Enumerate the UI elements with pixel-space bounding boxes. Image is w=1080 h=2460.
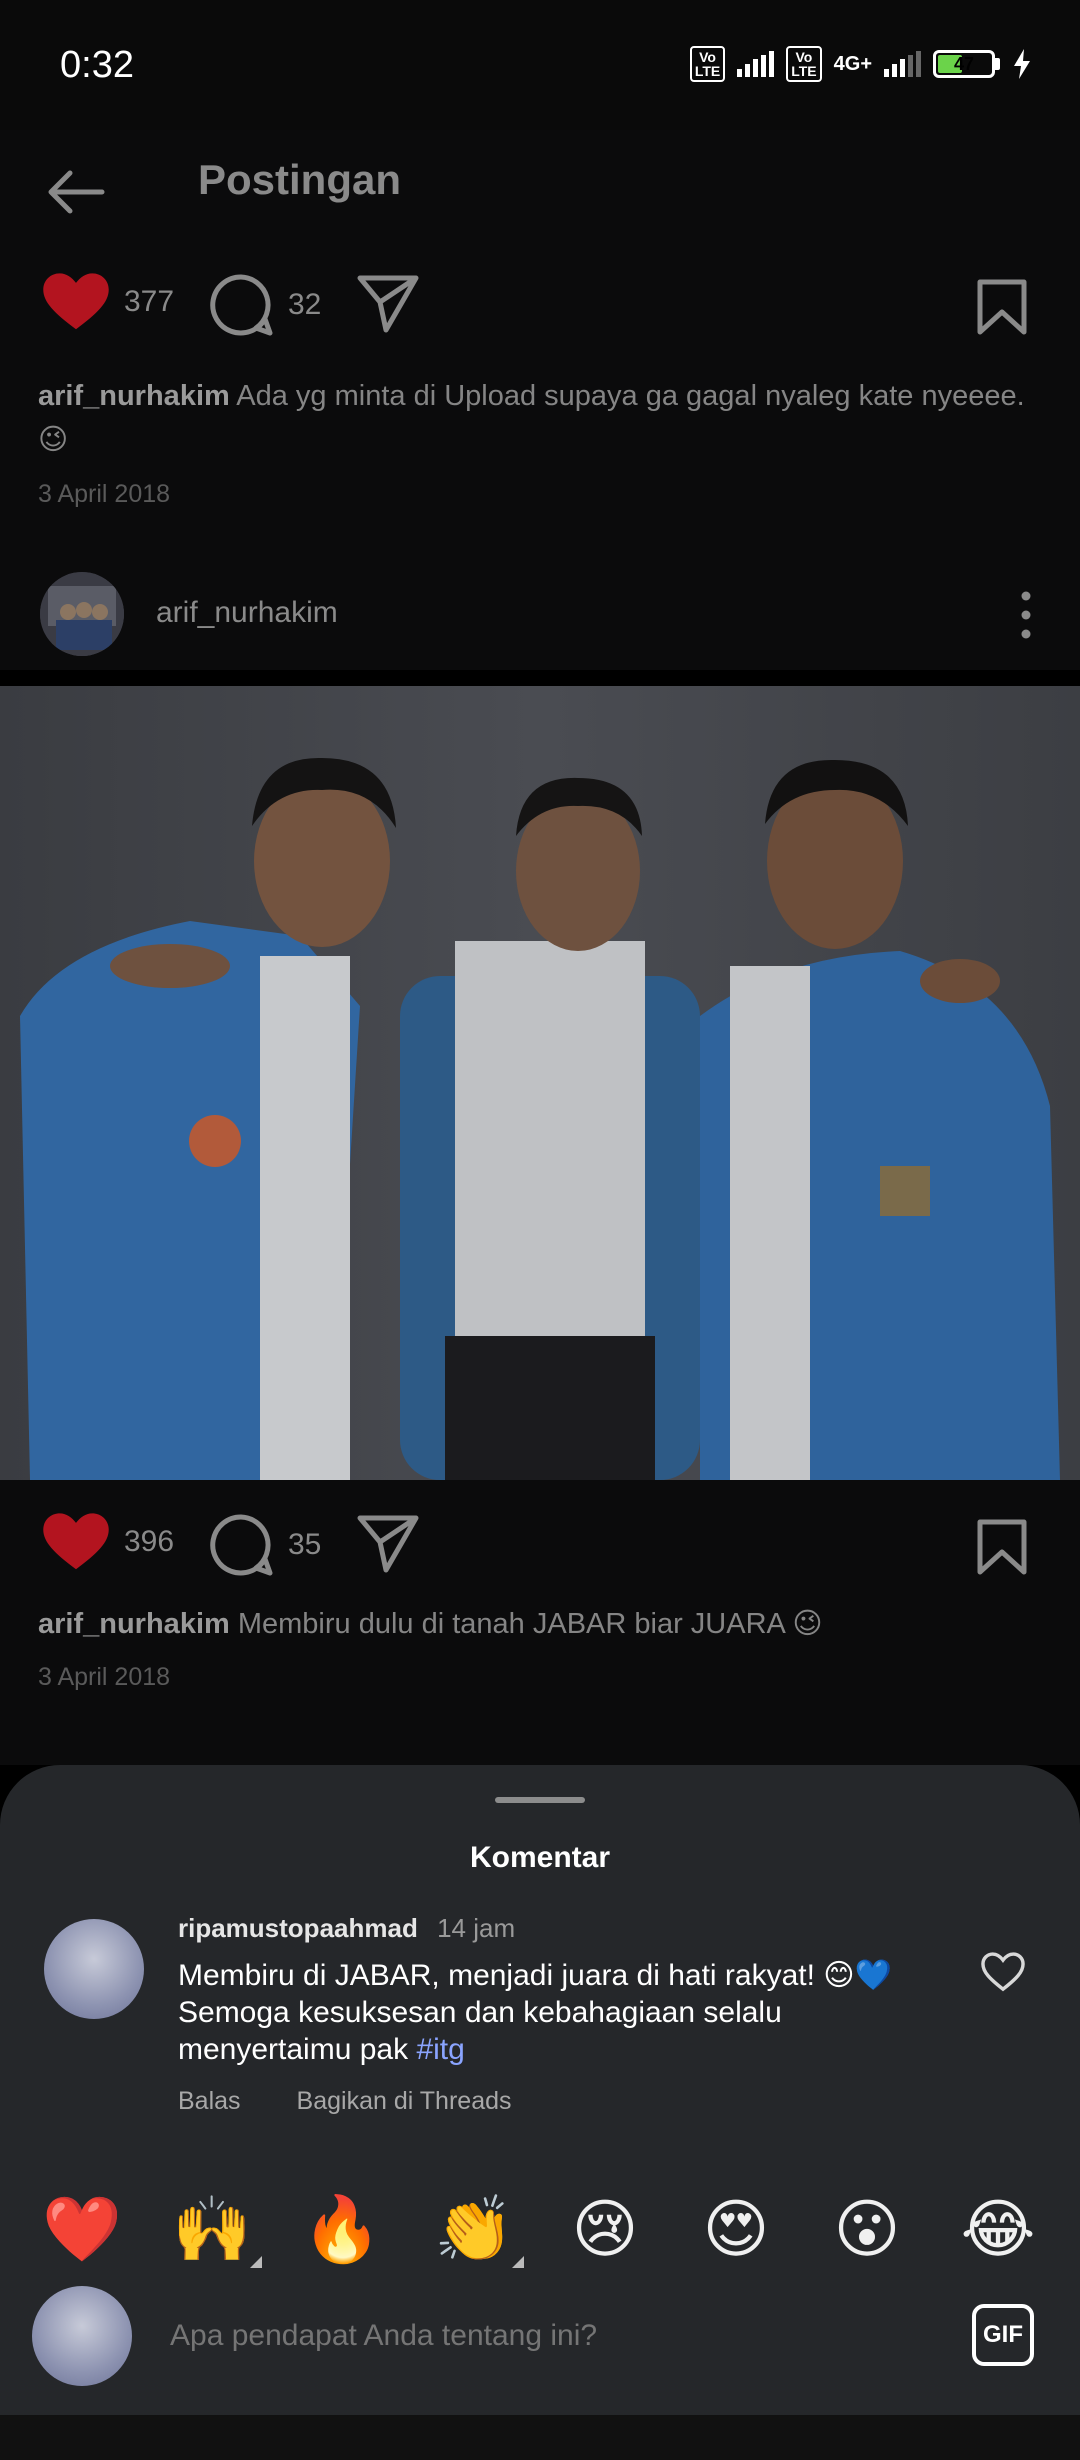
volte-icon-2: Vo LTE bbox=[786, 46, 822, 82]
battery-percent: 47 bbox=[953, 54, 975, 74]
heart-filled-icon bbox=[43, 1513, 109, 1570]
post-2-caption: arif_nurhakim Membiru dulu di tanah JABA… bbox=[38, 1602, 1038, 1646]
comment-time: 14 jam bbox=[437, 1913, 516, 1943]
post-2-comment-count: 35 bbox=[288, 1528, 322, 1561]
post-1-actions: 377 32 bbox=[0, 272, 1080, 362]
top-bar: Postingan bbox=[0, 130, 1080, 240]
emoji-raising-hands[interactable]: 🙌 bbox=[172, 2190, 262, 2270]
charging-icon bbox=[1014, 49, 1030, 79]
post-2-footer: 396 35 arif_nurhakim Membiru dulu di tan… bbox=[0, 1480, 1080, 1765]
emoji-surprised[interactable]: 😮 bbox=[827, 2190, 907, 2270]
post-2-like-count: 396 bbox=[124, 1525, 175, 1558]
comment-hashtag[interactable]: #itg bbox=[416, 2033, 464, 2066]
bookmark-icon[interactable] bbox=[976, 1518, 1028, 1576]
share-threads-button[interactable]: Bagikan di Threads bbox=[297, 2087, 512, 2116]
current-user-avatar bbox=[32, 2286, 132, 2386]
bookmark-icon[interactable] bbox=[976, 278, 1028, 336]
emoji-laughing[interactable]: 😂 bbox=[958, 2190, 1038, 2270]
gif-button[interactable]: GIF bbox=[972, 2304, 1034, 2366]
post-2-like-button[interactable]: 396 bbox=[42, 1512, 174, 1572]
comment-input[interactable] bbox=[170, 2314, 870, 2358]
share-icon[interactable] bbox=[356, 1512, 420, 1574]
post-2-comment-button[interactable]: 35 bbox=[208, 1512, 321, 1578]
signal-icon bbox=[737, 51, 775, 77]
post-1-footer: 377 32 arif_nurhakim Ada yg minta di Upl… bbox=[0, 240, 1080, 560]
comment-input-row: GIF bbox=[0, 2280, 1080, 2415]
post-2-actions: 396 35 bbox=[0, 1512, 1080, 1602]
post-1-comment-count: 32 bbox=[288, 288, 322, 321]
commenter-avatar[interactable] bbox=[44, 1919, 144, 2019]
post-2-caption-user[interactable]: arif_nurhakim bbox=[38, 1608, 230, 1640]
emoji-heart-eyes[interactable]: 😍 bbox=[696, 2190, 776, 2270]
comment-icon bbox=[210, 274, 273, 336]
emoji-fire[interactable]: 🔥 bbox=[302, 2190, 382, 2270]
status-icons: Vo LTE Vo LTE 4G+ 47 bbox=[689, 46, 1032, 82]
group-photo-image bbox=[0, 686, 1080, 1480]
emoji-reaction-row: ❤️ 🙌 🔥 👏 😢 😍 😮 😂 bbox=[0, 2190, 1080, 2280]
post-1-like-count: 377 bbox=[124, 285, 175, 318]
drag-handle[interactable] bbox=[495, 1797, 585, 1803]
network-type: 4G+ bbox=[833, 53, 872, 75]
more-options-icon[interactable] bbox=[1020, 590, 1032, 640]
post-1-like-button[interactable]: 377 bbox=[42, 272, 174, 332]
page-title: Postingan bbox=[198, 156, 402, 203]
post-1-comment-button[interactable]: 32 bbox=[208, 272, 321, 338]
comment-text: Membiru di JABAR, menjadi juara di hati … bbox=[178, 1957, 938, 2068]
comment-body: Membiru di JABAR, menjadi juara di hati … bbox=[178, 1959, 892, 2066]
system-nav-bar bbox=[0, 2415, 1080, 2460]
arrow-left-icon[interactable] bbox=[44, 160, 108, 224]
status-time: 0:32 bbox=[60, 44, 134, 86]
post-1-caption: arif_nurhakim Ada yg minta di Upload sup… bbox=[38, 374, 1038, 462]
post-2-caption-text: Membiru dulu di tanah JABAR biar JUARA 😉 bbox=[237, 1608, 823, 1640]
emoji-clapping[interactable]: 👏 bbox=[434, 2190, 524, 2270]
volte-icon: Vo LTE bbox=[689, 46, 726, 82]
comment-actions: Balas Bagikan di Threads bbox=[178, 2087, 512, 2116]
battery-icon: 47 bbox=[933, 50, 1000, 78]
sheet-title: Komentar bbox=[469, 1841, 611, 1874]
post-2-date: 3 April 2018 bbox=[38, 1663, 171, 1691]
emoji-heart[interactable]: ❤️ bbox=[42, 2190, 122, 2270]
post-2-photo[interactable] bbox=[0, 686, 1080, 1480]
post-2-author-name[interactable]: arif_nurhakim bbox=[156, 596, 338, 630]
post-1-date: 3 April 2018 bbox=[38, 480, 171, 508]
comment-header: ripamustopaahmad 14 jam bbox=[178, 1913, 515, 1944]
author-avatar[interactable] bbox=[40, 572, 124, 656]
post-2-header: arif_nurhakim bbox=[0, 560, 1080, 670]
post-1-caption-user[interactable]: arif_nurhakim bbox=[38, 380, 230, 412]
share-icon[interactable] bbox=[356, 272, 420, 334]
signal-icon-2 bbox=[884, 51, 921, 77]
comment-icon bbox=[210, 1514, 273, 1576]
commenter-username[interactable]: ripamustopaahmad bbox=[178, 1913, 418, 1943]
heart-filled-icon bbox=[43, 273, 109, 330]
heart-outline-icon[interactable] bbox=[980, 1951, 1026, 1993]
reply-button[interactable]: Balas bbox=[178, 2087, 241, 2116]
emoji-crying[interactable]: 😢 bbox=[565, 2190, 645, 2270]
status-bar: 0:32 Vo LTE Vo LTE 4G+ 47 bbox=[0, 0, 1080, 130]
